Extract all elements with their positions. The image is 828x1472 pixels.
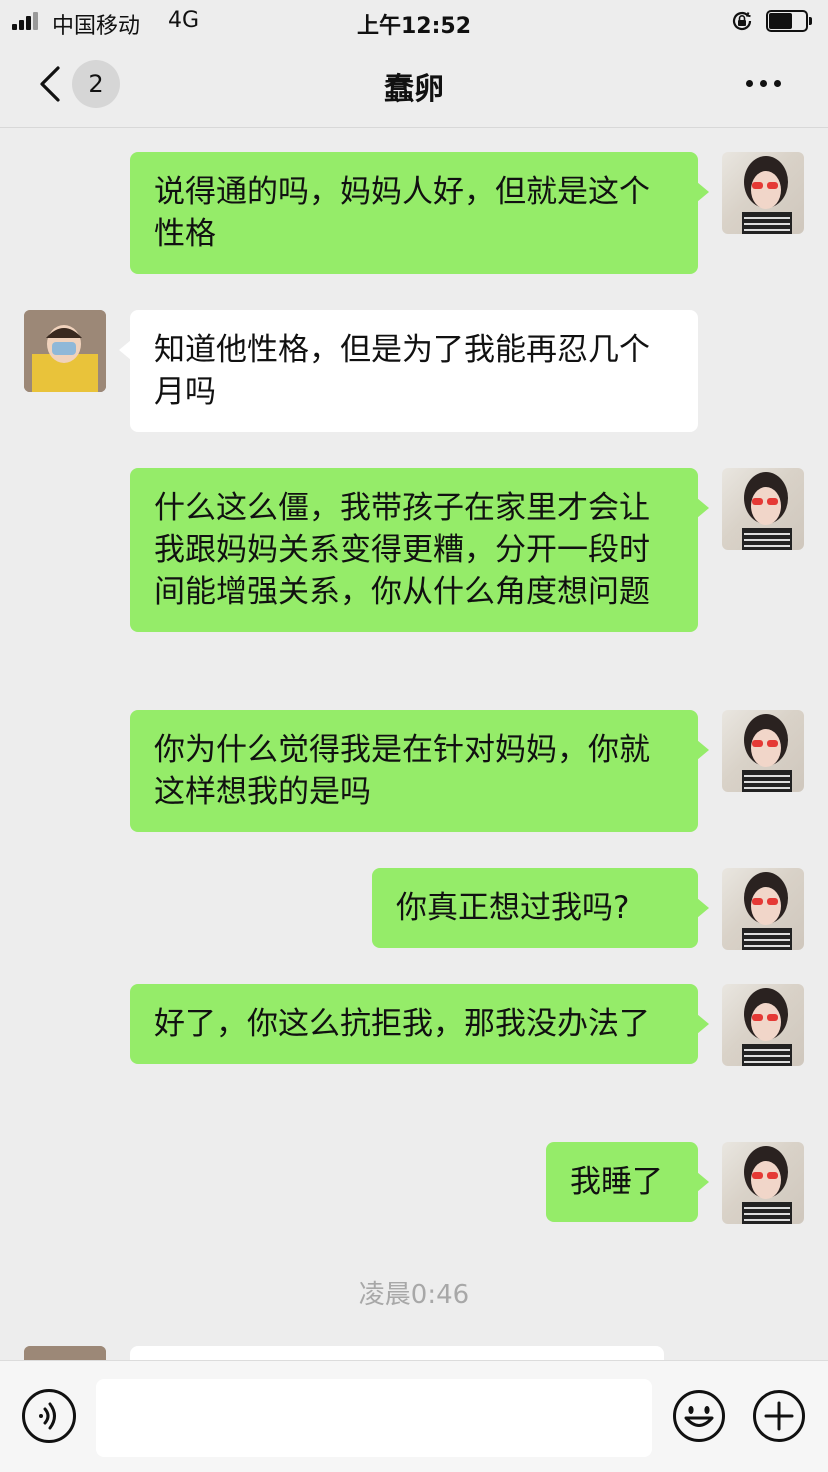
- message-text: 说得通的吗，妈妈人好，但就是这个性格: [154, 174, 650, 252]
- message-bubble[interactable]: 说得通的吗，妈妈人好，但就是这个性格: [130, 152, 698, 274]
- message-timestamp: 凌晨0:46: [358, 1280, 470, 1310]
- message-bubble[interactable]: 好了，你这么抗拒我，那我没办法了: [130, 984, 698, 1064]
- contact-avatar[interactable]: [24, 1346, 106, 1360]
- message-bubble[interactable]: 你为什么觉得我是在针对妈妈，你就这样想我的是吗: [130, 710, 698, 832]
- message-bubble[interactable]: [130, 1346, 664, 1360]
- input-bar: [0, 1360, 828, 1472]
- message-bubble[interactable]: 什么这么僵，我带孩子在家里才会让我跟妈妈关系变得更糟，分开一段时间能增强关系，你…: [130, 468, 698, 632]
- my-avatar[interactable]: [722, 710, 804, 792]
- contact-avatar[interactable]: [24, 310, 106, 392]
- message-text: 好了，你这么抗拒我，那我没办法了: [154, 1006, 650, 1042]
- more-icon[interactable]: [740, 72, 788, 96]
- message-bubble[interactable]: 知道他性格，但是为了我能再忍几个月吗: [130, 310, 698, 432]
- message-text: 我睡了: [570, 1164, 663, 1200]
- message-text: 你真正想过我吗?: [396, 890, 630, 926]
- status-bar: 中国移动 4G 上午12:52: [0, 0, 828, 42]
- message-text: 你为什么觉得我是在针对妈妈，你就这样想我的是吗: [154, 732, 650, 810]
- message-text: 什么这么僵，我带孩子在家里才会让我跟妈妈关系变得更糟，分开一段时间能增强关系，你…: [154, 490, 650, 610]
- chat-title: 蠢卵: [384, 72, 444, 107]
- chat-header: 2 蠢卵: [0, 42, 828, 128]
- voice-icon[interactable]: [22, 1389, 76, 1443]
- emoji-icon[interactable]: [672, 1389, 726, 1443]
- my-avatar[interactable]: [722, 1142, 804, 1224]
- orientation-lock-icon: [732, 11, 752, 31]
- message-input[interactable]: [96, 1379, 652, 1457]
- message-bubble[interactable]: 我睡了: [546, 1142, 698, 1222]
- battery-icon: [766, 10, 812, 32]
- my-avatar[interactable]: [722, 984, 804, 1066]
- plus-icon[interactable]: [752, 1389, 806, 1443]
- my-avatar[interactable]: [722, 152, 804, 234]
- message-list[interactable]: 说得通的吗，妈妈人好，但就是这个性格 知道他性格，但是为了我能再忍几个月吗 什么…: [0, 128, 828, 1360]
- message-bubble[interactable]: 你真正想过我吗?: [372, 868, 698, 948]
- status-time: 上午12:52: [356, 14, 472, 39]
- my-avatar[interactable]: [722, 468, 804, 550]
- my-avatar[interactable]: [722, 868, 804, 950]
- message-text: 知道他性格，但是为了我能再忍几个月吗: [154, 332, 650, 410]
